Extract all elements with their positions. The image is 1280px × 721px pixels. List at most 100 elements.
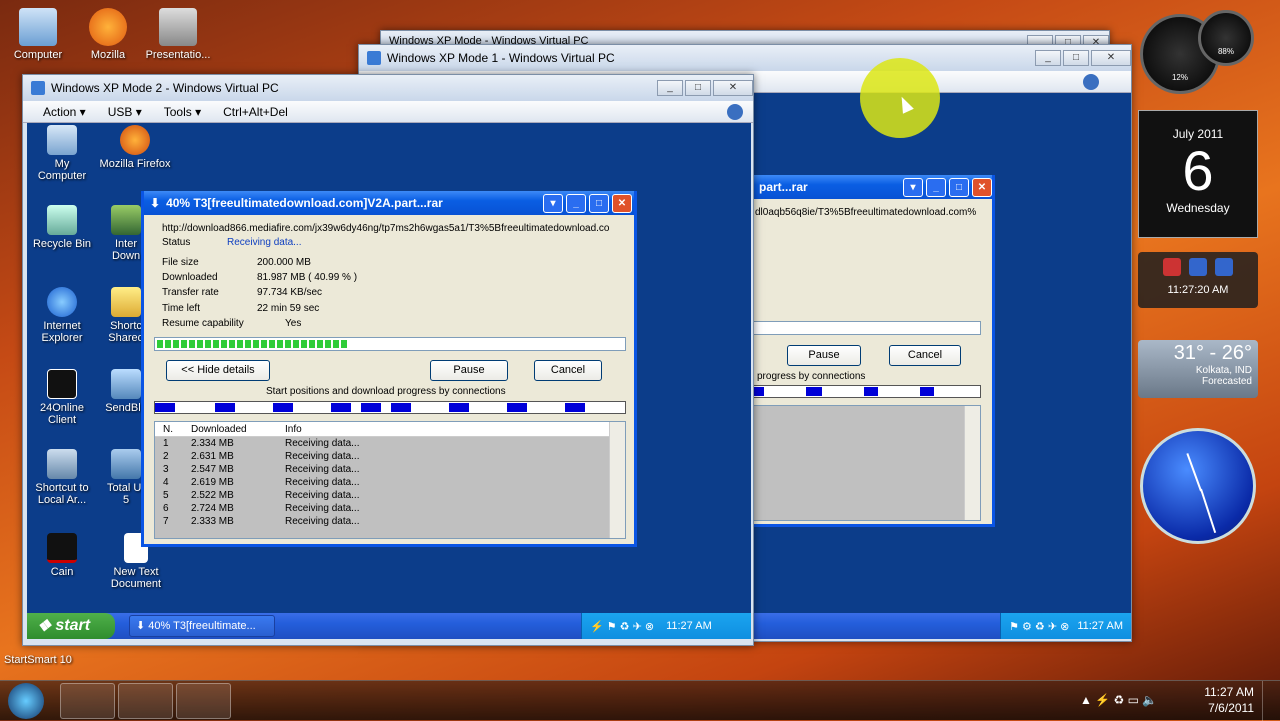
list-scrollbar[interactable] [964, 406, 980, 520]
table-row[interactable]: 4 2.619 MB Receiving data... [155, 476, 625, 489]
maximize-button[interactable]: □ [949, 177, 969, 197]
calendar-gadget[interactable]: July 2011 6 Wednesday [1138, 110, 1258, 238]
minimize-button[interactable]: _ [1035, 50, 1061, 66]
tray-icons[interactable]: ⚡ ⚑ ♻ ✈ ⊗ [590, 620, 654, 633]
shortcut-local-icon-item[interactable]: Shortcut to Local Ar... [29, 449, 95, 506]
col-header-downloaded[interactable]: Downloaded [187, 422, 281, 436]
help-icon[interactable] [1083, 73, 1099, 90]
my-computer-icon-item[interactable]: My Computer [29, 125, 95, 182]
menu-tools[interactable]: Tools ▾ [164, 105, 201, 119]
window-titlebar[interactable]: Windows XP Mode 2 - Windows Virtual PC _… [23, 75, 753, 101]
table-row[interactable]: 7 2.333 MB Receiving data... [155, 515, 625, 528]
table-cell: 2.334 MB [191, 438, 234, 449]
help-icon[interactable] [727, 103, 743, 120]
window-titlebar[interactable]: Windows XP Mode 1 - Windows Virtual PC _… [359, 45, 1131, 71]
menu-bar: Action ▾ USB ▾ Tools ▾ Ctrl+Alt+Del [23, 101, 753, 123]
cancel-button[interactable]: Cancel [534, 360, 602, 381]
dialog-titlebar[interactable]: part...rar ▾ _ □ ✕ [753, 175, 992, 199]
start-button[interactable]: ❖ start [27, 613, 115, 639]
connections-list[interactable] [753, 405, 981, 521]
table-cell: Receiving data... [285, 516, 360, 527]
gadget-time: 11:27:20 AM [1167, 284, 1229, 296]
clock-gadget[interactable]: 11:27:20 AM [1138, 252, 1258, 308]
minimize-button[interactable]: _ [657, 80, 683, 96]
hide-details-button[interactable]: << Hide details [166, 360, 270, 381]
table-row[interactable]: 6 2.724 MB Receiving data... [155, 502, 625, 515]
cancel-button[interactable]: Cancel [889, 345, 961, 366]
firefox-icon-item[interactable]: Mozilla Firefox [97, 125, 173, 170]
table-cell: 2.619 MB [191, 477, 234, 488]
show-desktop-button[interactable] [1262, 681, 1280, 721]
dialog-title: part...rar [759, 180, 808, 194]
pause-button[interactable]: Pause [787, 345, 861, 366]
24online-icon-item[interactable]: 24Online Client [29, 369, 95, 426]
table-row[interactable]: 1 2.334 MB Receiving data... [155, 437, 625, 450]
table-cell: 2 [163, 451, 169, 462]
taskbar-time: 11:27 AM [1204, 685, 1254, 699]
ie-icon-item[interactable]: Internet Explorer [29, 287, 95, 344]
close-button[interactable]: ✕ [612, 193, 632, 213]
analog-clock-gadget[interactable] [1140, 428, 1256, 544]
resume-label: Resume capability [162, 318, 244, 329]
windows-taskbar: ▲ ⚡ ♻ ▭ 🔈 11:27 AM 7/6/2011 [0, 680, 1280, 721]
taskbar-download-item[interactable]: ⬇ 40% T3[freeultimate... [129, 615, 275, 637]
status-label: Status [162, 237, 191, 248]
table-row[interactable]: 2 2.631 MB Receiving data... [155, 450, 625, 463]
time-left-value: 22 min 59 sec [257, 303, 320, 314]
weather-gadget[interactable]: 31° - 26° Kolkata, IND Forecasted [1138, 340, 1258, 398]
list-scrollbar[interactable] [609, 422, 625, 538]
tray-icons[interactable]: ⚑ ⚙ ♻ ✈ ⊗ [1009, 620, 1069, 633]
col-header-info[interactable]: Info [281, 422, 302, 436]
maximize-button[interactable]: □ [685, 80, 711, 96]
tray-minimize-button[interactable]: ▾ [543, 193, 563, 213]
taskbar-recorder-button[interactable] [176, 683, 231, 719]
virtual-pc-icon [31, 81, 45, 95]
windows-start-orb[interactable] [8, 683, 44, 719]
startsmart-label[interactable]: StartSmart 10 [4, 654, 72, 666]
pause-button[interactable]: Pause [430, 360, 508, 381]
cain-icon-item[interactable]: Cain [29, 533, 95, 578]
minimize-button[interactable]: _ [566, 193, 586, 213]
dialog-titlebar[interactable]: ⬇ 40% T3[freeultimatedownload.com]V2A.pa… [144, 191, 634, 215]
close-button[interactable]: ✕ [1091, 50, 1131, 66]
menu-ctrl-alt-del[interactable]: Ctrl+Alt+Del [223, 105, 288, 119]
total-uninstall-icon [111, 449, 141, 479]
close-button[interactable]: ✕ [972, 177, 992, 197]
menu-usb[interactable]: USB ▾ [108, 105, 142, 119]
weather-temp: 31° - 26° [1173, 342, 1252, 364]
table-cell: Receiving data... [285, 503, 360, 514]
maximize-button[interactable]: □ [589, 193, 609, 213]
cpu-meter-value: 12% [1171, 73, 1188, 82]
table-row[interactable]: 5 2.522 MB Receiving data... [155, 489, 625, 502]
switch-icon[interactable] [1215, 258, 1233, 276]
weather-forecast: Forecasted [1201, 376, 1252, 387]
close-button[interactable]: ✕ [713, 80, 753, 96]
download-dialog-background[interactable]: part...rar ▾ _ □ ✕ dl0aqb56q8ie/T3%5Bfre… [753, 175, 995, 527]
col-header-n[interactable]: N. [155, 422, 187, 436]
computer-desktop-icon[interactable]: Computer [3, 8, 73, 61]
icon-label: Recycle Bin [32, 238, 92, 250]
presentation-desktop-icon[interactable]: Presentatio... [143, 8, 213, 61]
list-header: N. Downloaded Info [155, 422, 625, 437]
file-size-label: File size [162, 257, 199, 268]
window-title: Windows XP Mode 1 - Windows Virtual PC [387, 51, 615, 65]
menu-action[interactable]: Action ▾ [43, 105, 86, 119]
mozilla-desktop-icon[interactable]: Mozilla [73, 8, 143, 61]
power-icon[interactable] [1163, 258, 1181, 276]
table-cell: 4 [163, 477, 169, 488]
check-icon[interactable] [1189, 258, 1207, 276]
download-dialog[interactable]: ⬇ 40% T3[freeultimatedownload.com]V2A.pa… [141, 191, 637, 547]
table-row[interactable]: 3 2.547 MB Receiving data... [155, 463, 625, 476]
icon-label: Total Ur 5 [107, 482, 145, 506]
maximize-button[interactable]: □ [1063, 50, 1089, 66]
recycle-bin-icon-item[interactable]: Recycle Bin [29, 205, 95, 250]
taskbar-virtual-pc-button[interactable] [60, 683, 115, 719]
minimize-button[interactable]: _ [926, 177, 946, 197]
download-icon[interactable]: ▾ [903, 177, 923, 197]
tray-icons[interactable]: ▲ ⚡ ♻ ▭ 🔈 [1080, 693, 1157, 707]
icon-label: Cain [50, 566, 74, 578]
transfer-rate-value: 97.734 KB/sec [257, 287, 323, 298]
taskbar-folder-button[interactable] [118, 683, 173, 719]
connections-list[interactable]: N. Downloaded Info 1 2.334 MB Receiving da… [154, 421, 626, 539]
sendblaster-icon [111, 369, 141, 399]
